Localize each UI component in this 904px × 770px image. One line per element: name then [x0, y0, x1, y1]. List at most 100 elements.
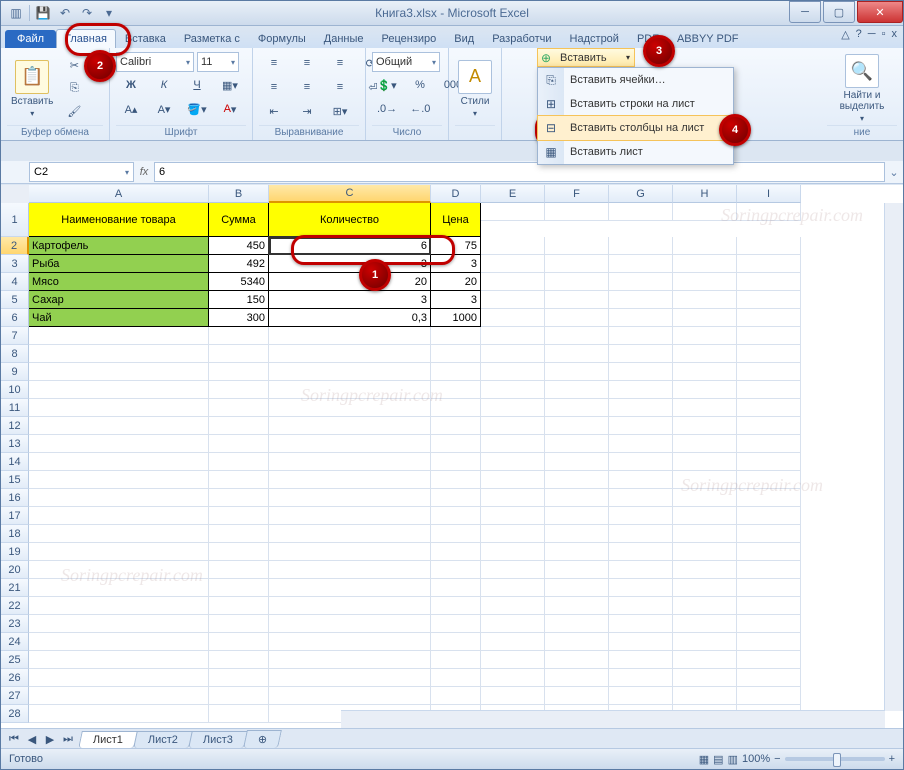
tab-вид[interactable]: Вид	[445, 29, 483, 48]
cell-D12[interactable]	[431, 417, 481, 435]
copy-button[interactable]: ⎘	[59, 78, 89, 100]
cell-C11[interactable]	[269, 399, 431, 417]
cell-A26[interactable]	[29, 669, 209, 687]
cell-H17[interactable]	[673, 507, 737, 525]
namebox-dropdown-icon[interactable]: ▾	[125, 168, 129, 177]
row-header-28[interactable]: 28	[1, 705, 29, 723]
cell-G22[interactable]	[609, 597, 673, 615]
cell-C9[interactable]	[269, 363, 431, 381]
cell-A14[interactable]	[29, 453, 209, 471]
align-right-button[interactable]: ≡	[325, 76, 355, 98]
cell-A28[interactable]	[29, 705, 209, 723]
cell-A12[interactable]	[29, 417, 209, 435]
cell-C15[interactable]	[269, 471, 431, 489]
cell-I17[interactable]	[737, 507, 801, 525]
cell-I6[interactable]	[737, 309, 801, 327]
currency-button[interactable]: 💲▾	[372, 74, 402, 96]
cell-G11[interactable]	[609, 399, 673, 417]
cell-C8[interactable]	[269, 345, 431, 363]
cell-H9[interactable]	[673, 363, 737, 381]
cell-H7[interactable]	[673, 327, 737, 345]
cell-C16[interactable]	[269, 489, 431, 507]
new-sheet-button[interactable]: ⊕	[243, 730, 282, 748]
tab-вставка[interactable]: Вставка	[116, 29, 175, 48]
cell-E14[interactable]	[481, 453, 545, 471]
cell-B9[interactable]	[209, 363, 269, 381]
cell-A19[interactable]	[29, 543, 209, 561]
cell-F19[interactable]	[545, 543, 609, 561]
border-button[interactable]: ▦▾	[215, 74, 245, 96]
font-name-combo[interactable]: Calibri▾	[116, 52, 194, 72]
cell-G17[interactable]	[609, 507, 673, 525]
column-header-D[interactable]: D	[431, 185, 481, 203]
cell-A1[interactable]: Наименование товара	[29, 203, 209, 237]
window-restore-icon[interactable]: ▫	[882, 28, 886, 41]
row-header-5[interactable]: 5	[1, 291, 29, 309]
cell-A7[interactable]	[29, 327, 209, 345]
cell-G4[interactable]	[609, 273, 673, 291]
cell-G13[interactable]	[609, 435, 673, 453]
cell-H8[interactable]	[673, 345, 737, 363]
cell-I16[interactable]	[737, 489, 801, 507]
cell-E3[interactable]	[481, 255, 545, 273]
cell-H16[interactable]	[673, 489, 737, 507]
cell-D27[interactable]	[431, 687, 481, 705]
cell-F25[interactable]	[545, 651, 609, 669]
tab-рецензиро[interactable]: Рецензиро	[373, 29, 446, 48]
cell-A3[interactable]: Рыба	[29, 255, 209, 273]
cell-E7[interactable]	[481, 327, 545, 345]
cell-G7[interactable]	[609, 327, 673, 345]
cell-F18[interactable]	[545, 525, 609, 543]
cell-B2[interactable]: 450	[209, 237, 269, 255]
cell-D20[interactable]	[431, 561, 481, 579]
align-left-button[interactable]: ≡	[259, 76, 289, 98]
cell-G14[interactable]	[609, 453, 673, 471]
cell-I12[interactable]	[737, 417, 801, 435]
cell-F9[interactable]	[545, 363, 609, 381]
sheet-tab-Лист2[interactable]: Лист2	[133, 731, 193, 748]
cell-H19[interactable]	[673, 543, 737, 561]
cell-A5[interactable]: Сахар	[29, 291, 209, 309]
cell-H1[interactable]	[673, 203, 737, 221]
cell-D14[interactable]	[431, 453, 481, 471]
zoom-level[interactable]: 100%	[742, 753, 770, 765]
cell-G19[interactable]	[609, 543, 673, 561]
row-header-26[interactable]: 26	[1, 669, 29, 687]
cell-C13[interactable]	[269, 435, 431, 453]
cell-D7[interactable]	[431, 327, 481, 345]
cell-G20[interactable]	[609, 561, 673, 579]
cell-F5[interactable]	[545, 291, 609, 309]
underline-button[interactable]: Ч	[182, 74, 212, 96]
row-header-19[interactable]: 19	[1, 543, 29, 561]
cell-F17[interactable]	[545, 507, 609, 525]
cell-B11[interactable]	[209, 399, 269, 417]
cell-B13[interactable]	[209, 435, 269, 453]
cell-F6[interactable]	[545, 309, 609, 327]
cell-C12[interactable]	[269, 417, 431, 435]
cell-E13[interactable]	[481, 435, 545, 453]
decrease-decimal-button[interactable]: ←.0	[405, 98, 435, 120]
cell-C2[interactable]: 6	[269, 237, 431, 255]
cell-A10[interactable]	[29, 381, 209, 399]
cell-A23[interactable]	[29, 615, 209, 633]
column-header-B[interactable]: B	[209, 185, 269, 203]
cell-I20[interactable]	[737, 561, 801, 579]
cell-F4[interactable]	[545, 273, 609, 291]
cell-G6[interactable]	[609, 309, 673, 327]
cell-B19[interactable]	[209, 543, 269, 561]
insert-menu-item-2[interactable]: ⊟Вставить столбцы на лист	[537, 115, 734, 141]
cell-H12[interactable]	[673, 417, 737, 435]
cell-H21[interactable]	[673, 579, 737, 597]
cell-H22[interactable]	[673, 597, 737, 615]
cell-D5[interactable]: 3	[431, 291, 481, 309]
tab-разработчи[interactable]: Разработчи	[483, 29, 560, 48]
column-header-I[interactable]: I	[737, 185, 801, 203]
cell-E10[interactable]	[481, 381, 545, 399]
cell-E25[interactable]	[481, 651, 545, 669]
cell-A8[interactable]	[29, 345, 209, 363]
bold-button[interactable]: Ж	[116, 74, 146, 96]
cell-E18[interactable]	[481, 525, 545, 543]
cell-D26[interactable]	[431, 669, 481, 687]
sheet-tab-Лист1[interactable]: Лист1	[78, 731, 138, 748]
cell-G23[interactable]	[609, 615, 673, 633]
